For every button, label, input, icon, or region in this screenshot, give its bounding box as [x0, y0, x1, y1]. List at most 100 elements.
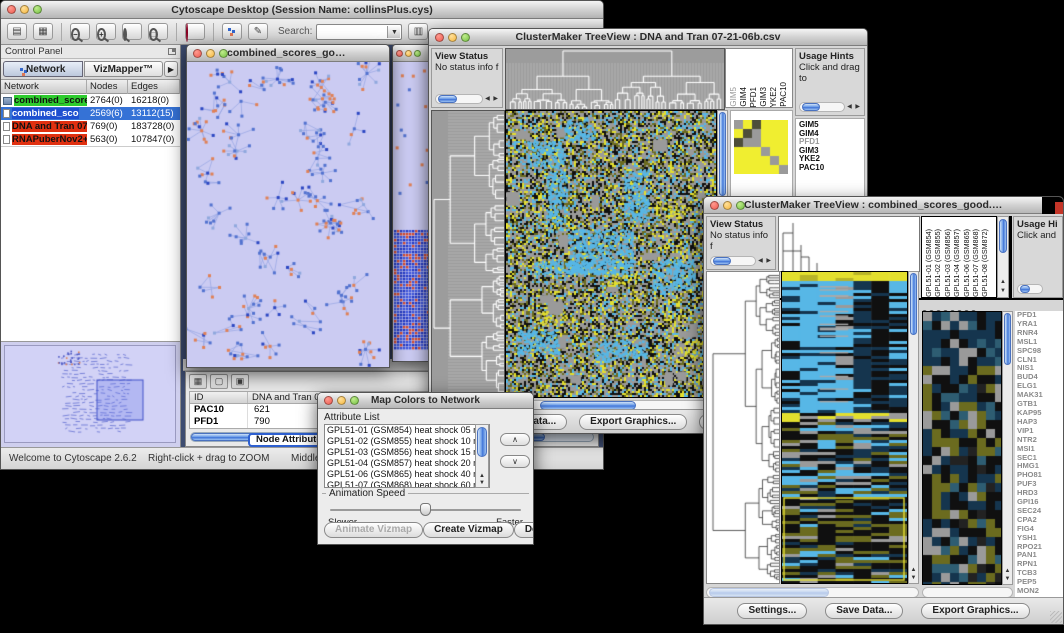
zoom-fit-icon[interactable]: □ [148, 23, 168, 40]
treeview-button[interactable]: Export Graphics... [921, 603, 1029, 619]
heatmap-1[interactable] [505, 110, 717, 398]
attribute-list-item[interactable]: GPL51-06 (GSM865) heat shock 40 min [325, 469, 489, 480]
column-label[interactable]: GIM4 [739, 87, 748, 107]
column-labels-vscrollbar[interactable]: ▲ ▼ [997, 216, 1009, 298]
annotation-tool-icon[interactable]: ✎ [248, 23, 268, 40]
search-dropdown-icon[interactable]: ▼ [387, 26, 400, 38]
column-dendrogram-2[interactable] [778, 216, 920, 272]
column-label[interactable]: YKE2 [769, 87, 778, 107]
close-button[interactable] [7, 5, 16, 14]
network-row[interactable]: DNA and Tran 07 769(0) 183728(0) [1, 120, 180, 133]
treeview-button[interactable]: Save Data... [825, 603, 903, 619]
view-status-hscrollbar-2[interactable]: ◀ ▶ [710, 256, 772, 266]
column-label[interactable]: GPL51-07 (GSM868) [972, 229, 980, 297]
close-button[interactable] [324, 396, 333, 405]
dialog-button[interactable]: Animate Vizmap [324, 522, 423, 538]
row-dendrogram-1[interactable] [431, 110, 505, 398]
birdseye-view-panel[interactable] [1, 341, 180, 447]
row-dendrogram-2[interactable] [706, 271, 780, 584]
zoom-button[interactable] [736, 201, 745, 210]
minimize-button[interactable] [405, 50, 412, 57]
net1-titlebar[interactable]: combined_scores_good.txt--cluste... [187, 45, 389, 62]
minimize-button[interactable] [337, 396, 346, 405]
window-controls[interactable] [7, 5, 42, 14]
animation-speed-slider[interactable] [330, 503, 521, 517]
main-titlebar[interactable]: Cytoscape Desktop (Session Name: collins… [1, 1, 603, 19]
column-label[interactable]: GPL51-08 (GSM872) [981, 229, 989, 297]
column-label[interactable]: GIM5 [729, 87, 738, 107]
column-label[interactable]: GPL51-04 (GSM857) [953, 229, 961, 297]
minimize-button[interactable] [206, 49, 215, 58]
treeview-button[interactable]: Settings... [737, 603, 807, 619]
heatmap-2[interactable] [781, 271, 908, 584]
column-label[interactable]: GPL51-01 (GSM854) [925, 229, 933, 297]
help-lifering-icon[interactable] [185, 23, 205, 40]
network-canvas-2[interactable] [393, 62, 431, 362]
usage-hints-hscrollbar-2[interactable] [1017, 284, 1059, 294]
column-label[interactable]: GPL51-02 (GSM855) [934, 229, 942, 297]
zoom-selected-icon[interactable] [122, 23, 142, 40]
zoom-button[interactable] [350, 396, 359, 405]
usage-hints-hscrollbar[interactable]: ◀ ▶ [799, 102, 861, 112]
dialog-button[interactable]: Create Vizmap [423, 522, 514, 538]
network-row[interactable]: combined_scores 2764(0) 16218(0) [1, 94, 180, 107]
search-input[interactable]: ▼ [316, 24, 402, 40]
column-label[interactable]: PFD1 [749, 87, 758, 107]
zoom-button[interactable] [414, 50, 421, 57]
save-icon[interactable]: ▦ [33, 23, 53, 40]
similarity-matrix[interactable] [734, 120, 788, 174]
row-label[interactable]: PAC10 [799, 164, 864, 173]
zoom-button[interactable] [33, 5, 42, 14]
column-label[interactable]: PAC10 [779, 82, 788, 107]
attribute-list-vscrollbar[interactable]: ▲ ▼ [475, 424, 489, 488]
zoom-button[interactable] [461, 33, 470, 42]
zoom-heatmap[interactable] [922, 311, 1002, 585]
close-button[interactable] [396, 50, 403, 57]
column-label[interactable]: GIM3 [759, 87, 768, 107]
attribute-list-item[interactable]: GPL51-04 (GSM857) heat shock 20 min [325, 458, 489, 469]
close-button[interactable] [435, 33, 444, 42]
treeview2-titlebar[interactable]: ClusterMaker TreeView : combined_scores_… [704, 197, 1063, 214]
network-row[interactable]: RNAPuberNov2+ 563(0) 107847(0) [1, 133, 180, 146]
minimize-button[interactable] [448, 33, 457, 42]
dialog-button[interactable]: Done [514, 522, 534, 538]
close-button[interactable] [710, 201, 719, 210]
open-file-icon[interactable]: ▤ [7, 23, 27, 40]
gene-label[interactable]: MON2 [1017, 587, 1063, 596]
slider-thumb[interactable] [420, 503, 431, 516]
minimize-button[interactable] [723, 201, 732, 210]
create-attribute-icon[interactable]: ▢ [210, 374, 228, 389]
column-dendrogram-1[interactable] [505, 48, 725, 110]
minimize-button[interactable] [20, 5, 29, 14]
network-canvas[interactable] [187, 62, 389, 368]
resize-grip[interactable] [1050, 611, 1062, 623]
tab-network[interactable]: Network [3, 61, 83, 77]
treeview-button[interactable]: Export Graphics... [579, 414, 687, 430]
zoom-heatmap-vscrollbar[interactable]: ▲ ▼ [1002, 311, 1013, 585]
tab-vizmapper[interactable]: VizMapper™ [84, 61, 164, 77]
attribute-list-item[interactable]: GPL51-02 (GSM855) heat shock 10 min [325, 436, 489, 447]
attribute-list-item[interactable]: GPL51-03 (GSM856) heat shock 15 min [325, 447, 489, 458]
move-down-button[interactable]: ∨ [500, 455, 530, 468]
attribute-list-item[interactable]: GPL51-07 (GSM868) heat shock 60 min [325, 480, 489, 488]
view-status-hscrollbar[interactable]: ◀ ▶ [435, 94, 499, 104]
zoom-in-icon[interactable]: + [96, 23, 116, 40]
column-label[interactable]: GPL51-03 (GSM856) [944, 229, 952, 297]
network-table-header[interactable]: Network Nodes Edges [1, 80, 180, 94]
table-import-icon[interactable]: ▥ [408, 23, 428, 40]
float-panel-icon[interactable] [168, 48, 176, 55]
zoom-out-icon[interactable]: − [70, 23, 90, 40]
dialog-titlebar[interactable]: Map Colors to Network [318, 393, 533, 409]
select-attributes-icon[interactable]: ▦ [189, 374, 207, 389]
close-button[interactable] [193, 49, 202, 58]
delete-attribute-icon[interactable]: ▣ [231, 374, 249, 389]
net2-titlebar[interactable] [393, 45, 431, 62]
attribute-list-item[interactable]: GPL51-01 (GSM854) heat shock 05 min [325, 425, 489, 436]
birdseye-canvas[interactable] [4, 345, 176, 443]
treeview1-titlebar[interactable]: ClusterMaker TreeView : DNA and Tran 07-… [429, 29, 867, 46]
tab-overflow-button[interactable]: ▶ [164, 61, 178, 77]
network-tool-icon[interactable] [222, 23, 242, 40]
zoom-button[interactable] [219, 49, 228, 58]
heatmap2-vscrollbar[interactable]: ▲ ▼ [908, 271, 919, 584]
move-up-button[interactable]: ∧ [500, 433, 530, 446]
